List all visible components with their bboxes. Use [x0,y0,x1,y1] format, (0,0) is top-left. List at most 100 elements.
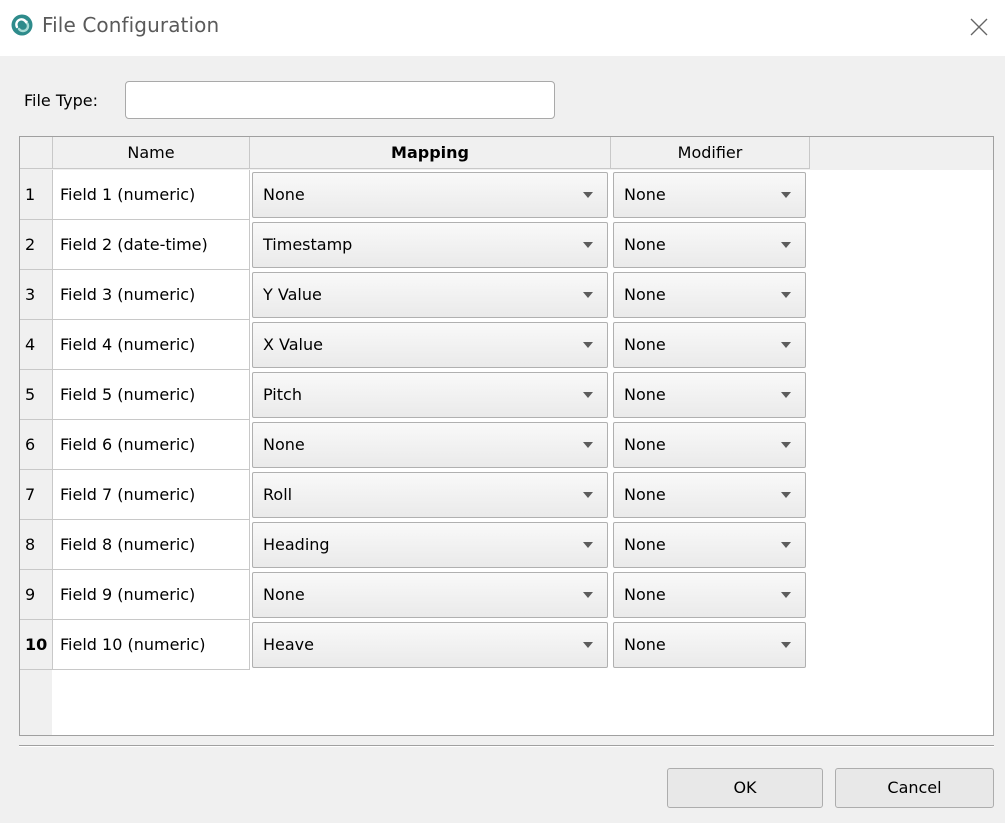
modifier-dropdown[interactable]: None [613,222,806,268]
modifier-value: None [624,385,666,404]
modifier-value: None [624,235,666,254]
modifier-dropdown[interactable]: None [613,322,806,368]
field-name-cell[interactable]: Field 3 (numeric) [53,270,250,320]
table-row: 6 Field 6 (numeric) None None [20,420,810,470]
row-number[interactable]: 1 [20,170,53,220]
modifier-dropdown[interactable]: None [613,472,806,518]
dropdown-arrow-icon [583,192,593,198]
mapping-dropdown[interactable]: None [252,422,608,468]
row-number[interactable]: 2 [20,220,53,270]
window-title: File Configuration [42,13,220,37]
close-icon[interactable] [958,8,998,44]
dropdown-arrow-icon [583,292,593,298]
field-name-cell[interactable]: Field 2 (date-time) [53,220,250,270]
table-row: 4 Field 4 (numeric) X Value None [20,320,810,370]
column-header-mapping[interactable]: Mapping [250,137,611,169]
mapping-dropdown[interactable]: Pitch [252,372,608,418]
mapping-dropdown[interactable]: Roll [252,472,608,518]
mapping-value: Pitch [263,385,302,404]
dropdown-arrow-icon [583,592,593,598]
modifier-dropdown[interactable]: None [613,272,806,318]
mapping-value: Heave [263,635,314,654]
mapping-dropdown[interactable]: None [252,172,608,218]
row-number[interactable]: 7 [20,470,53,520]
row-number[interactable]: 10 [20,620,53,670]
row-number[interactable]: 5 [20,370,53,420]
column-header-modifier[interactable]: Modifier [611,137,810,169]
row-number[interactable]: 3 [20,270,53,320]
field-name-cell[interactable]: Field 4 (numeric) [53,320,250,370]
ok-button[interactable]: OK [667,768,823,808]
mapping-dropdown[interactable]: Y Value [252,272,608,318]
file-type-input[interactable] [125,81,555,119]
modifier-dropdown[interactable]: None [613,172,806,218]
field-name-cell[interactable]: Field 1 (numeric) [53,170,250,220]
dropdown-arrow-icon [583,392,593,398]
modifier-value: None [624,635,666,654]
dropdown-arrow-icon [583,492,593,498]
modifier-value: None [624,335,666,354]
field-name-cell[interactable]: Field 6 (numeric) [53,420,250,470]
dropdown-arrow-icon [781,392,791,398]
dropdown-arrow-icon [781,192,791,198]
field-name-cell[interactable]: Field 8 (numeric) [53,520,250,570]
field-name-cell[interactable]: Field 9 (numeric) [53,570,250,620]
field-name-cell[interactable]: Field 5 (numeric) [53,370,250,420]
mapping-value: None [263,435,305,454]
table-row: 10 Field 10 (numeric) Heave None [20,620,810,670]
mapping-value: Y Value [263,285,322,304]
dropdown-arrow-icon [781,292,791,298]
mapping-value: Heading [263,535,330,554]
row-number[interactable]: 6 [20,420,53,470]
dropdown-arrow-icon [781,542,791,548]
app-logo-icon [11,14,33,36]
row-number[interactable]: 9 [20,570,53,620]
table-row: 1 Field 1 (numeric) None None [20,170,810,220]
dropdown-arrow-icon [583,442,593,448]
dropdown-arrow-icon [781,492,791,498]
table-row: 5 Field 5 (numeric) Pitch None [20,370,810,420]
modifier-dropdown[interactable]: None [613,522,806,568]
dropdown-arrow-icon [781,442,791,448]
field-mapping-table: Name Mapping Modifier 1 Field 1 (numeric)… [19,136,994,736]
modifier-dropdown[interactable]: None [613,572,806,618]
column-header-name[interactable]: Name [53,137,250,169]
modifier-value: None [624,585,666,604]
row-number[interactable]: 8 [20,520,53,570]
mapping-dropdown[interactable]: Heave [252,622,608,668]
dropdown-arrow-icon [781,642,791,648]
modifier-value: None [624,485,666,504]
mapping-value: None [263,185,305,204]
row-number[interactable]: 4 [20,320,53,370]
mapping-dropdown[interactable]: None [252,572,608,618]
field-name-cell[interactable]: Field 10 (numeric) [53,620,250,670]
mapping-value: X Value [263,335,323,354]
field-name-cell[interactable]: Field 7 (numeric) [53,470,250,520]
modifier-value: None [624,435,666,454]
dropdown-arrow-icon [781,342,791,348]
table-row: 3 Field 3 (numeric) Y Value None [20,270,810,320]
table-row: 9 Field 9 (numeric) None None [20,570,810,620]
mapping-value: Roll [263,485,293,504]
modifier-dropdown[interactable]: None [613,422,806,468]
dropdown-arrow-icon [583,342,593,348]
dropdown-arrow-icon [583,242,593,248]
modifier-value: None [624,185,666,204]
mapping-dropdown[interactable]: Heading [252,522,608,568]
table-row: 2 Field 2 (date-time) Timestamp None [20,220,810,270]
cancel-button[interactable]: Cancel [835,768,994,808]
table-row: 7 Field 7 (numeric) Roll None [20,470,810,520]
table-corner-cell[interactable] [20,137,53,169]
mapping-value: None [263,585,305,604]
table-row: 8 Field 8 (numeric) Heading None [20,520,810,570]
modifier-dropdown[interactable]: None [613,372,806,418]
mapping-value: Timestamp [263,235,353,254]
modifier-dropdown[interactable]: None [613,622,806,668]
file-type-label: File Type: [24,91,98,110]
title-bar: File Configuration [0,0,1005,56]
dropdown-arrow-icon [781,592,791,598]
mapping-dropdown[interactable]: X Value [252,322,608,368]
dropdown-arrow-icon [583,642,593,648]
modifier-value: None [624,535,666,554]
mapping-dropdown[interactable]: Timestamp [252,222,608,268]
